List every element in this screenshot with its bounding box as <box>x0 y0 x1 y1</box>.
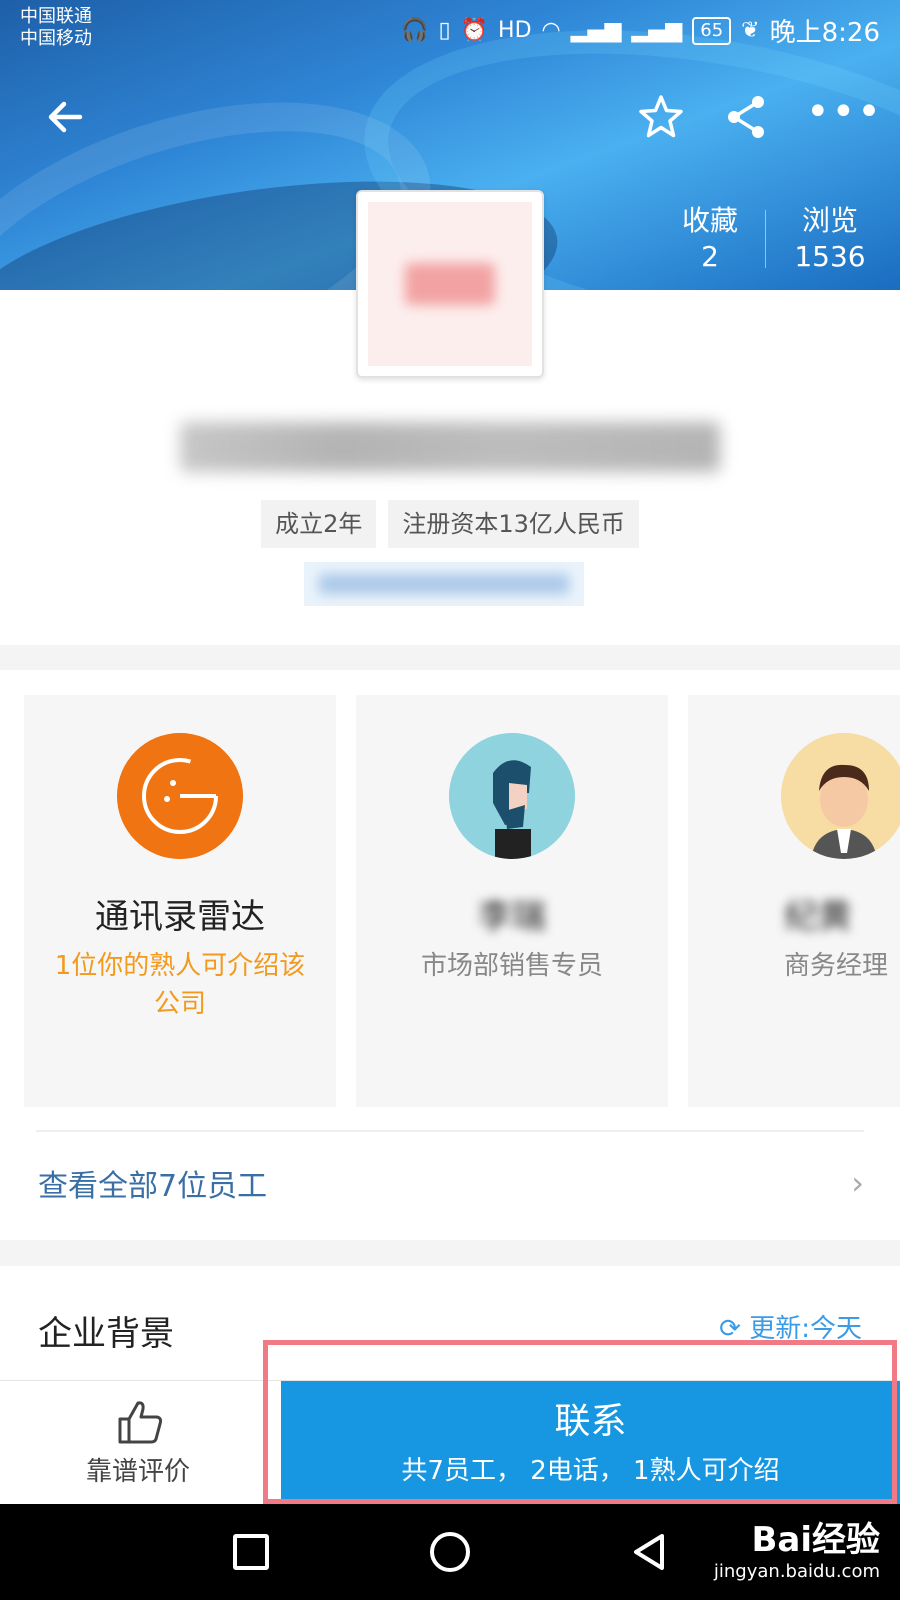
recent-apps-icon[interactable] <box>233 1534 269 1570</box>
more-icon[interactable]: ••• <box>806 92 881 142</box>
employee-name-blurred: 李瑞 <box>478 897 546 937</box>
views-label: 浏览 <box>801 204 858 237</box>
company-logo <box>356 190 544 378</box>
favorites-value: 2 <box>701 240 719 273</box>
avatar <box>449 733 575 859</box>
leaf-icon: ❦ <box>741 18 760 43</box>
watermark-sub: jingyan.baidu.com <box>713 1561 880 1582</box>
employee-role: 市场部销售专员 <box>356 947 668 985</box>
contact-subtitle: 共7员工， 2电话， 1熟人可介绍 <box>401 1456 780 1486</box>
tag-capital: 注册资本13亿人民币 <box>388 500 639 548</box>
contact-title: 联系 <box>554 1401 627 1442</box>
watermark-main: Bai经验 <box>751 1520 880 1560</box>
chevron-right-icon: › <box>851 1164 864 1202</box>
star-icon[interactable] <box>636 92 686 142</box>
favorites-label: 收藏 <box>681 204 738 237</box>
clock: 晚上8:26 <box>769 18 880 48</box>
update-text: 更新:今天 <box>749 1314 862 1344</box>
industry-blur-bar <box>319 574 569 594</box>
tag-founded: 成立2年 <box>261 500 377 548</box>
signal-icon: ▂▄▆ <box>570 18 622 43</box>
employee-card[interactable]: 纪黄 商务经理 <box>688 695 900 1107</box>
people-section: 通讯录雷达 1位你的熟人可介绍该公司 李瑞 市场部销售专员 纪黄 商务经理 查看… <box>0 670 900 1240</box>
views-value: 1536 <box>794 240 866 273</box>
radar-subtitle: 1位你的熟人可介绍该公司 <box>54 951 306 1019</box>
back-arrow-svg <box>48 101 83 133</box>
avatar <box>781 733 900 859</box>
bottom-action-bar: 靠谱评价 联系 共7员工， 2电话， 1熟人可介绍 <box>0 1380 900 1505</box>
share-svg <box>728 96 764 138</box>
radar-icon <box>117 733 243 859</box>
employee-card[interactable]: 李瑞 市场部销售专员 <box>356 695 668 1107</box>
view-all-employees-link[interactable]: 查看全部7位员工 › <box>38 1148 864 1218</box>
carrier-info: 中国联通 中国移动 <box>20 6 92 50</box>
contact-radar-card[interactable]: 通讯录雷达 1位你的熟人可介绍该公司 <box>24 695 336 1107</box>
thumbs-up-icon <box>118 1401 163 1444</box>
carrier-1: 中国联通 <box>20 6 92 27</box>
avatar-man-svg <box>781 733 900 859</box>
divider <box>36 1130 864 1132</box>
system-nav-bar: Bai经验 jingyan.baidu.com <box>0 1504 900 1600</box>
alarm-icon: ⏰ <box>460 18 489 43</box>
stats-divider <box>765 210 766 268</box>
employee-name-blurred: 纪黄 <box>784 897 852 937</box>
company-background-section: 企业背景 ⟳ 更新:今天 <box>0 1266 900 1386</box>
home-icon[interactable] <box>430 1532 470 1572</box>
company-logo-inner <box>368 202 532 366</box>
radar-title: 通讯录雷达 <box>95 897 265 937</box>
contact-button[interactable]: 联系 共7员工， 2电话， 1熟人可介绍 <box>281 1381 900 1505</box>
battery-indicator: 65 <box>692 16 732 45</box>
company-tags: 成立2年 注册资本13亿人民币 <box>0 500 900 548</box>
vibrate-icon: ▯ <box>438 18 451 43</box>
status-bar: 中国联通 中国移动 🎧 ▯ ⏰ HD ◠ ▂▄▆ ▂▄▆ 65 ❦ 晚上8:26 <box>0 0 900 60</box>
view-all-label: 查看全部7位员工 <box>38 1169 268 1204</box>
refresh-icon: ⟳ <box>719 1314 741 1344</box>
company-logo-blurred <box>405 263 495 305</box>
hd-icon: HD <box>498 18 532 43</box>
employee-role: 商务经理 <box>784 951 889 981</box>
radar-svg <box>117 733 243 859</box>
views-stat: 浏览 1536 <box>780 203 880 275</box>
favorites-stat: 收藏 2 <box>668 203 752 275</box>
carrier-2: 中国移动 <box>20 28 92 49</box>
section-title: 企业背景 <box>38 1314 174 1354</box>
back-triangle-icon[interactable] <box>630 1532 670 1572</box>
back-triangle-svg <box>634 1534 664 1570</box>
rate-button[interactable]: 靠谱评价 <box>0 1381 276 1505</box>
status-icons: 🎧 ▯ ⏰ HD ◠ ▂▄▆ ▂▄▆ 65 ❦ 晚上8:26 <box>401 12 880 49</box>
baidu-watermark: Bai经验 jingyan.baidu.com <box>714 1512 880 1582</box>
star-svg <box>639 95 683 138</box>
rate-label: 靠谱评价 <box>85 1457 190 1487</box>
share-icon[interactable] <box>722 92 772 142</box>
back-arrow-icon[interactable] <box>40 92 90 142</box>
industry-tag-blurred <box>304 562 584 606</box>
wifi-icon: ◠ <box>541 18 561 43</box>
avatar-bearded-svg <box>449 733 575 859</box>
headphone-icon: 🎧 <box>401 18 429 43</box>
employee-role-text: 市场部销售专员 <box>420 951 603 981</box>
company-name-blurred <box>180 422 720 472</box>
update-status[interactable]: ⟳ 更新:今天 <box>719 1308 862 1345</box>
signal-4g-icon: ▂▄▆ <box>631 18 683 43</box>
